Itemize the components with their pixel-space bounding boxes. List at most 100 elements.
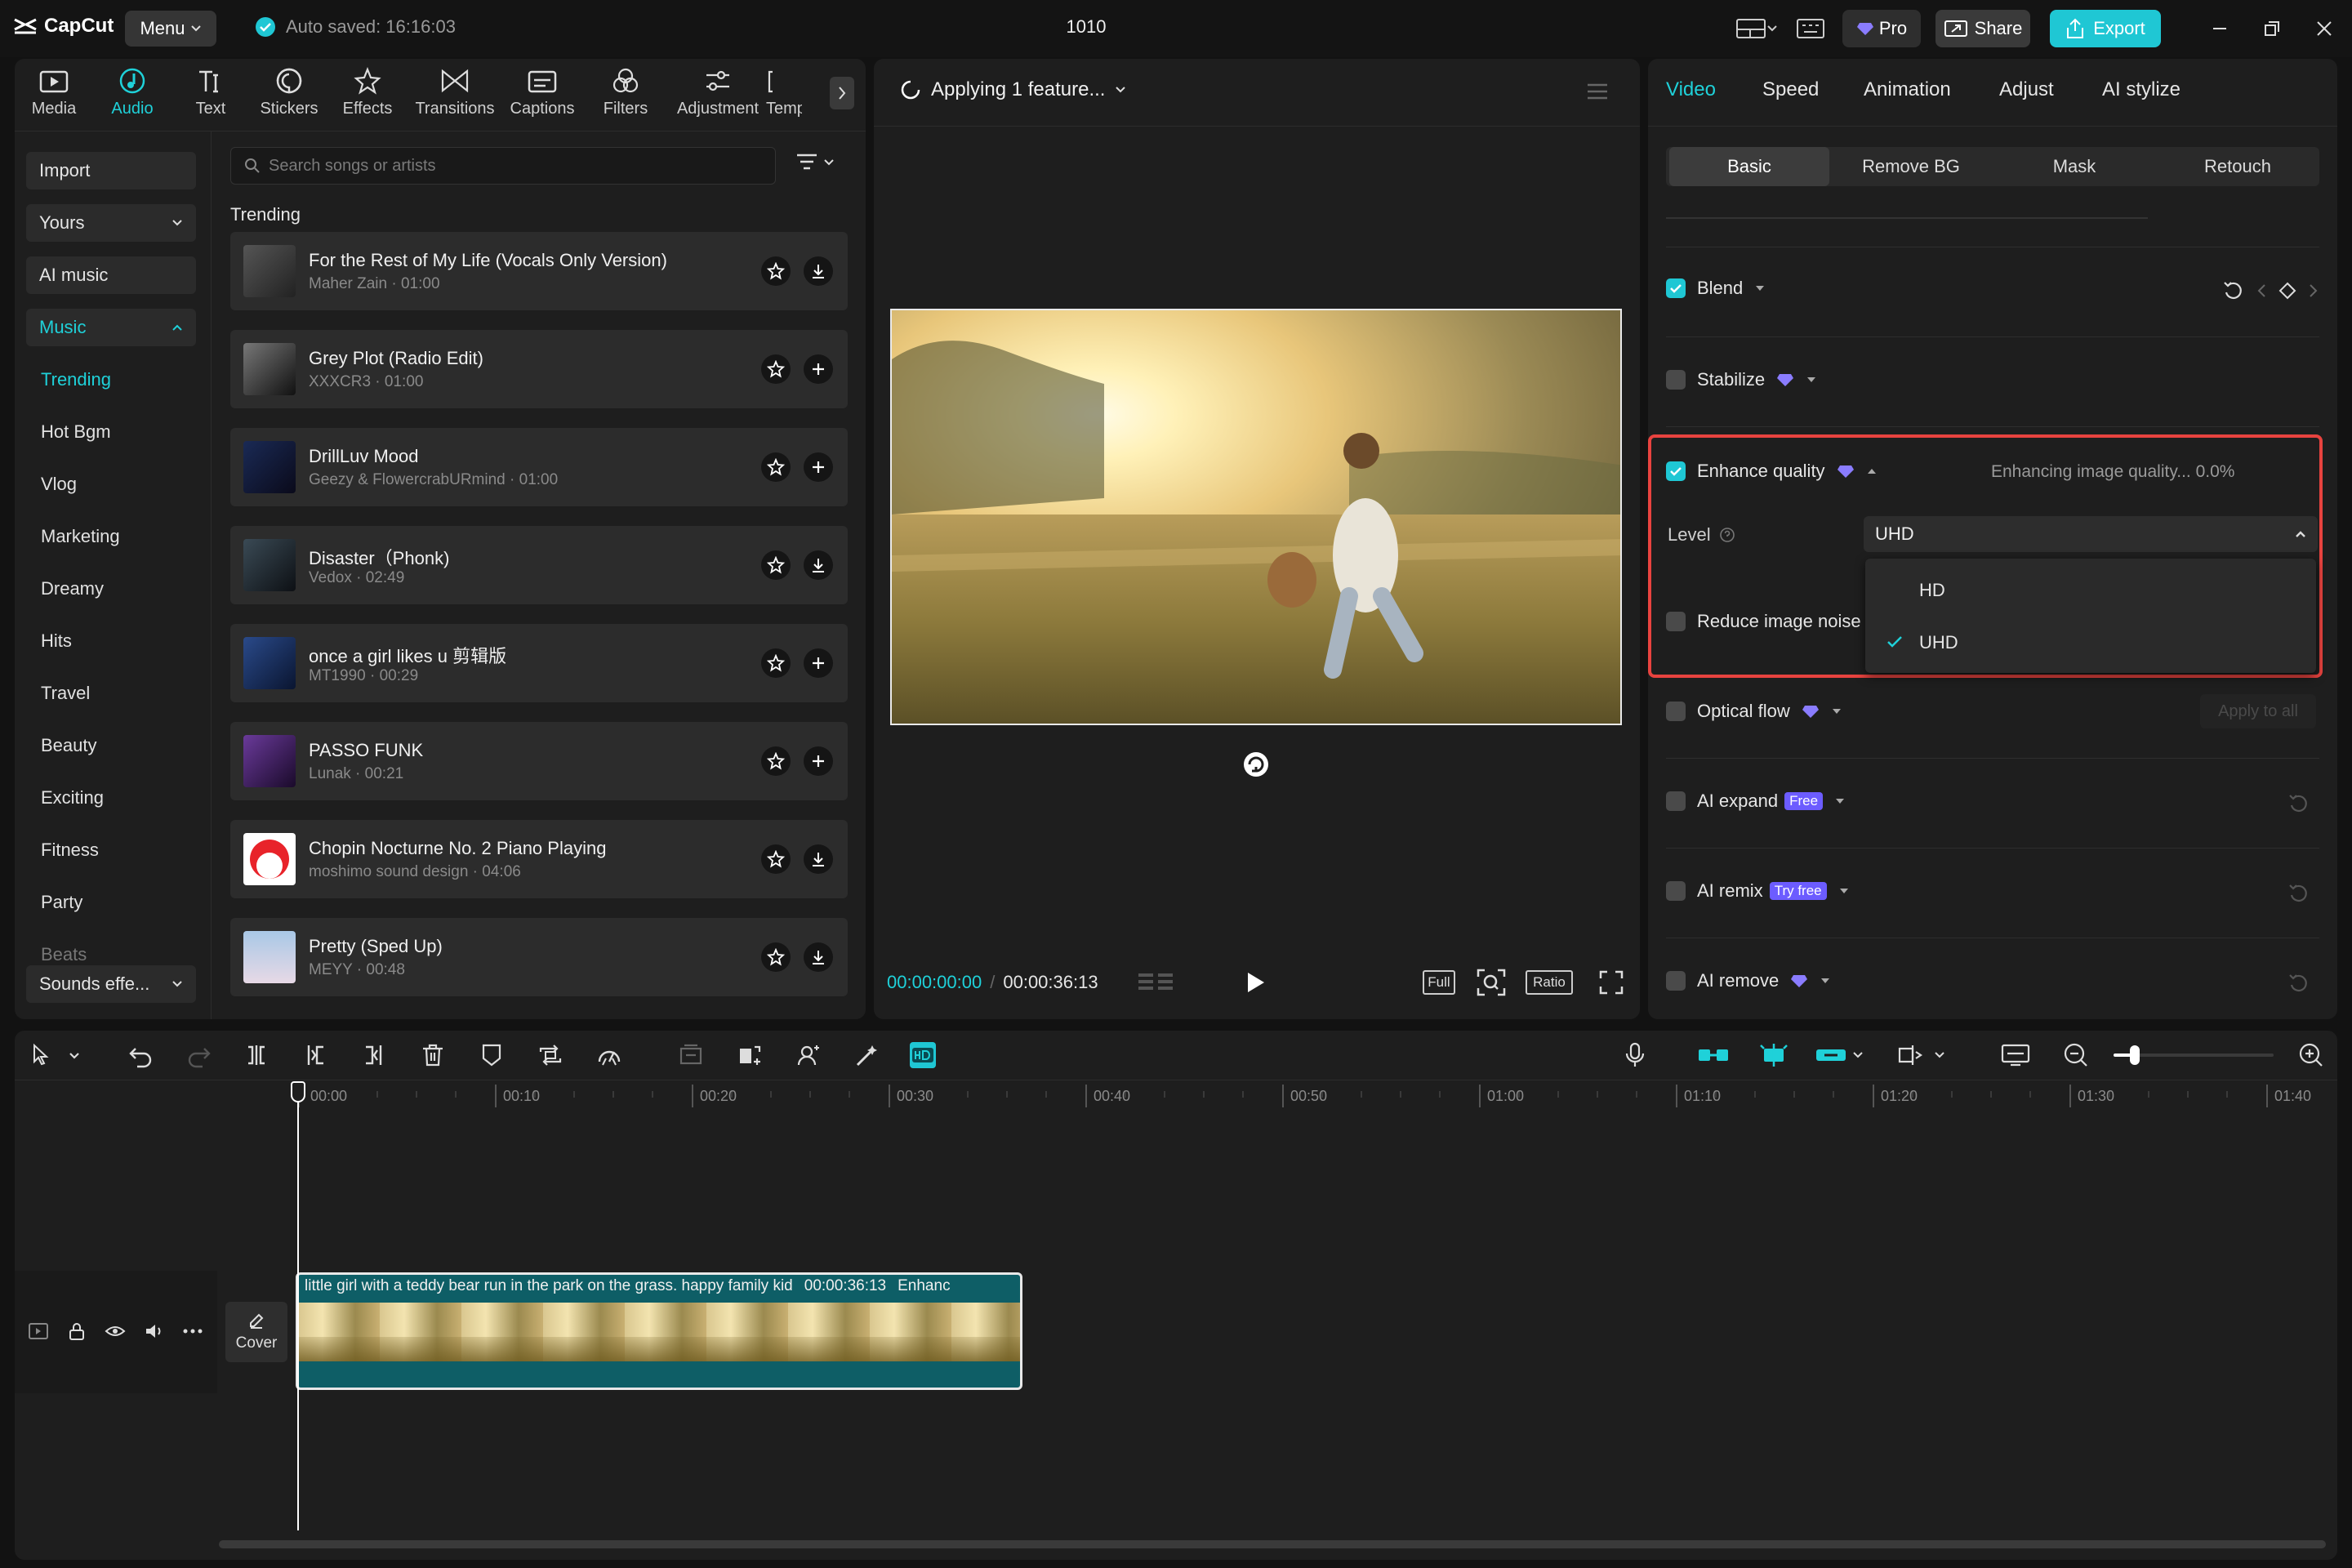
prev-keyframe-icon[interactable] <box>2256 283 2267 299</box>
subtab-retouch[interactable]: Retouch <box>2156 147 2319 186</box>
download-button[interactable] <box>804 844 833 874</box>
favorite-button[interactable] <box>761 844 791 874</box>
ai-remix-row[interactable]: AI remix Try free <box>1666 880 1850 902</box>
project-title[interactable]: 1010 <box>1029 16 1143 38</box>
tab-video[interactable]: Video <box>1666 78 1716 101</box>
search-input[interactable]: Search songs or artists <box>230 147 776 185</box>
playhead[interactable] <box>297 1085 299 1530</box>
tab-animation[interactable]: Animation <box>1864 78 1951 101</box>
player-status[interactable]: Applying 1 feature... <box>900 78 1126 101</box>
song-card[interactable]: DrillLuv Mood Geezy & FlowercrabURmind ·… <box>230 428 848 506</box>
favorite-button[interactable] <box>761 942 791 972</box>
subtab-basic[interactable]: Basic <box>1669 147 1829 186</box>
eye-icon[interactable] <box>105 1322 126 1340</box>
filter-button[interactable] <box>795 152 835 173</box>
ai-expand-reset-button[interactable] <box>2287 792 2308 813</box>
subtab-remove-bg[interactable]: Remove BG <box>1829 147 1993 186</box>
zoom-fit-button[interactable] <box>1477 969 1506 996</box>
reduce-noise-row[interactable]: Reduce image noise <box>1666 611 1864 632</box>
timeline-scrollbar[interactable] <box>219 1540 2326 1548</box>
hd-button[interactable] <box>910 1042 936 1068</box>
rotate-button[interactable] <box>1241 750 1271 779</box>
blend-row[interactable]: Blend <box>1666 278 1766 299</box>
zoom-slider-handle[interactable] <box>2130 1045 2140 1065</box>
lock-icon[interactable] <box>67 1321 87 1341</box>
share-button[interactable]: Share <box>1936 10 2030 47</box>
tabs-scroll-right-button[interactable] <box>830 77 854 109</box>
preview-axis-button[interactable] <box>1896 1042 1945 1068</box>
nav-item-hits[interactable]: Hits <box>41 630 72 652</box>
tab-adjust[interactable]: Adjust <box>1999 78 2054 101</box>
enhance-quality-row[interactable]: Enhance quality <box>1666 461 1878 482</box>
zoom-in-button[interactable] <box>2298 1042 2324 1068</box>
more-icon[interactable] <box>183 1327 203 1335</box>
level-option-hd[interactable]: HD <box>1919 580 1945 601</box>
import-button[interactable]: Import <box>26 152 196 189</box>
song-card[interactable]: Disaster（Phonk) Vedox · 02:49 <box>230 526 848 604</box>
play-button[interactable] <box>1245 970 1267 995</box>
yours-dropdown[interactable]: Yours <box>26 204 196 242</box>
freeze-frame-button[interactable] <box>678 1042 704 1068</box>
music-dropdown[interactable]: Music <box>26 309 196 346</box>
tab-filters[interactable]: Filters <box>581 62 670 127</box>
keyframe-icon[interactable] <box>2278 282 2296 300</box>
optical-flow-row[interactable]: Optical flow <box>1666 701 1842 722</box>
favorite-button[interactable] <box>761 256 791 286</box>
time-ruler[interactable] <box>0 1080 2352 1112</box>
download-button[interactable] <box>804 942 833 972</box>
reverse-button[interactable] <box>737 1042 763 1068</box>
add-button[interactable] <box>804 746 833 776</box>
undo-button[interactable] <box>127 1042 154 1068</box>
volume-icon[interactable] <box>144 1322 165 1340</box>
video-preview[interactable] <box>890 309 1622 725</box>
song-card[interactable]: PASSO FUNK Lunak · 00:21 <box>230 722 848 800</box>
tab-ai-stylize[interactable]: AI stylize <box>2102 78 2180 101</box>
blend-checkbox[interactable] <box>1666 278 1686 298</box>
nav-item-dreamy[interactable]: Dreamy <box>41 578 104 599</box>
favorite-button[interactable] <box>761 648 791 678</box>
player-menu-button[interactable] <box>1586 82 1609 101</box>
apply-to-all-button[interactable]: Apply to all <box>2200 694 2316 728</box>
nav-item-vlog[interactable]: Vlog <box>41 474 77 495</box>
linkage-button[interactable] <box>1815 1042 1864 1068</box>
nav-item-party[interactable]: Party <box>41 892 82 913</box>
nav-item-fitness[interactable]: Fitness <box>41 840 99 861</box>
layout-button[interactable] <box>1731 10 1782 47</box>
reduce-noise-checkbox[interactable] <box>1666 612 1686 631</box>
shortcuts-button[interactable] <box>1793 10 1828 47</box>
delete-button[interactable] <box>420 1042 446 1068</box>
maximize-button[interactable] <box>2252 10 2292 47</box>
level-option-uhd[interactable]: UHD <box>1919 632 1958 653</box>
tab-speed[interactable]: Speed <box>1762 78 1819 101</box>
tab-adjustment[interactable]: Adjustment <box>670 62 766 127</box>
track-type-icon[interactable] <box>28 1322 49 1340</box>
tab-templates[interactable]: Temp <box>766 62 802 127</box>
ratio-button[interactable]: Ratio <box>1526 970 1573 995</box>
subtab-mask[interactable]: Mask <box>1993 147 2156 186</box>
record-voice-button[interactable] <box>1624 1042 1646 1068</box>
level-select[interactable]: UHD <box>1864 516 2318 552</box>
nav-item-travel[interactable]: Travel <box>41 683 90 704</box>
song-card[interactable]: Pretty (Sped Up) MEYY · 00:48 <box>230 918 848 996</box>
tab-text[interactable]: Text <box>172 62 250 127</box>
magic-button[interactable] <box>854 1042 880 1068</box>
favorite-button[interactable] <box>761 550 791 580</box>
tab-transitions[interactable]: Transitions <box>407 62 503 127</box>
stabilize-checkbox[interactable] <box>1666 370 1686 390</box>
optical-flow-checkbox[interactable] <box>1666 702 1686 721</box>
video-clip[interactable]: little girl with a teddy bear run in the… <box>296 1272 1022 1390</box>
song-card[interactable]: For the Rest of My Life (Vocals Only Ver… <box>230 232 848 310</box>
add-button[interactable] <box>804 648 833 678</box>
stabilize-row[interactable]: Stabilize <box>1666 369 1817 390</box>
auto-snap-button[interactable] <box>1757 1042 1790 1068</box>
sounds-effects-dropdown[interactable]: Sounds effe... <box>26 965 196 1003</box>
nav-item-marketing[interactable]: Marketing <box>41 526 120 547</box>
add-button[interactable] <box>804 452 833 482</box>
caption-preview-button[interactable] <box>2001 1042 2030 1068</box>
ai-remove-reset-button[interactable] <box>2287 972 2308 993</box>
loop-button[interactable] <box>537 1042 564 1068</box>
close-button[interactable] <box>2305 10 2344 47</box>
ai-music-button[interactable]: AI music <box>26 256 196 294</box>
main-track-magnet-button[interactable] <box>1697 1042 1730 1068</box>
download-button[interactable] <box>804 550 833 580</box>
